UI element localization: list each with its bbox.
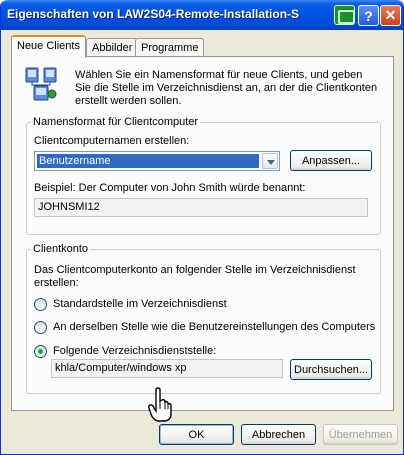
create-name-label: Clientcomputernamen erstellen:: [34, 135, 190, 147]
cancel-button[interactable]: Abbrechen: [241, 424, 316, 445]
help-button[interactable]: ?: [358, 5, 379, 26]
properties-dialog: Eigenschaften von LAW2S04-Remote-Install…: [0, 0, 404, 455]
example-label: Beispiel: Der Computer von John Smith wü…: [34, 182, 306, 194]
customize-button[interactable]: Anpassen...: [290, 150, 372, 171]
chevron-down-icon[interactable]: [262, 153, 278, 169]
tab-abbilder[interactable]: Abbilder: [86, 38, 139, 58]
name-format-select[interactable]: Benutzername: [34, 151, 280, 171]
radio-label: Folgende Verzeichnisdienststelle:: [53, 345, 217, 357]
title-bar[interactable]: Eigenschaften von LAW2S04-Remote-Install…: [1, 0, 403, 30]
close-button[interactable]: ✕: [380, 5, 401, 26]
example-value: JOHNSMI12: [34, 198, 368, 217]
radio-label: Standardstelle im Verzeichnisdienst: [53, 298, 227, 310]
radio-same-as-user[interactable]: An derselben Stelle wie die Benutzereins…: [34, 320, 375, 334]
apply-button[interactable]: Übernehmen: [323, 424, 398, 445]
radio-specific-location[interactable]: Folgende Verzeichnisdienststelle:: [34, 344, 216, 358]
name-format-group: Namensformat für Clientcomputer: [26, 116, 381, 235]
intro-text: Wählen Sie ein Namensformat für neue Cli…: [75, 69, 378, 107]
client-account-description: Das Clientcomputerkonto an folgender Ste…: [34, 264, 356, 289]
radio-button[interactable]: [34, 320, 47, 334]
computer-network-icon: [25, 67, 57, 101]
radio-button-checked[interactable]: [34, 344, 47, 358]
name-format-legend: Namensformat für Clientcomputer: [33, 116, 199, 128]
tab-programme[interactable]: Programme: [135, 38, 205, 58]
window-title: Eigenschaften von LAW2S04-Remote-Install…: [7, 7, 300, 21]
network-status-icon[interactable]: [334, 5, 355, 25]
name-format-selected-value: Benutzername: [37, 154, 259, 168]
radio-label: An derselben Stelle wie die Benutzereins…: [53, 321, 376, 333]
radio-button[interactable]: [34, 297, 47, 311]
tab-neue-clients[interactable]: Neue Clients: [11, 35, 86, 58]
browse-button[interactable]: Durchsuchen...: [290, 359, 372, 380]
directory-location-field: khla/Computer/windows xp: [51, 359, 283, 378]
radio-default-location[interactable]: Standardstelle im Verzeichnisdienst: [34, 297, 227, 311]
ok-button[interactable]: OK: [159, 424, 234, 445]
client-account-legend: Clientkonto: [33, 243, 89, 255]
